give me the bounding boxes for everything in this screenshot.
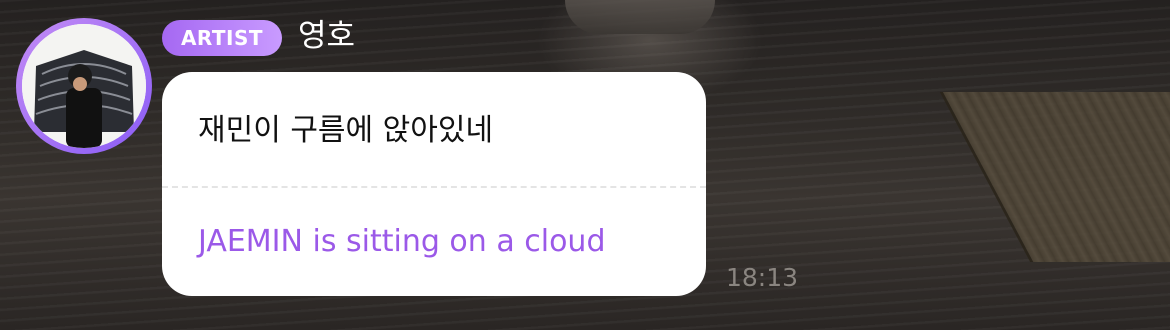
background-photo-detail (565, 0, 715, 34)
sender-name: 영호 (298, 18, 356, 54)
message-timestamp: 18:13 (726, 263, 799, 292)
message-original-text: 재민이 구름에 앉아있네 (198, 113, 494, 148)
message-bubble[interactable]: 재민이 구름에 앉아있네 JAEMIN is sitting on a clou… (162, 72, 706, 296)
avatar[interactable] (16, 18, 152, 154)
artist-badge: ARTIST (162, 20, 282, 56)
background-photo-detail (939, 92, 1170, 262)
message-translation-text: JAEMIN is sitting on a cloud (198, 224, 606, 259)
profile-photo (22, 24, 146, 148)
profile-photo-icon (22, 24, 146, 148)
translation-divider (162, 186, 706, 188)
